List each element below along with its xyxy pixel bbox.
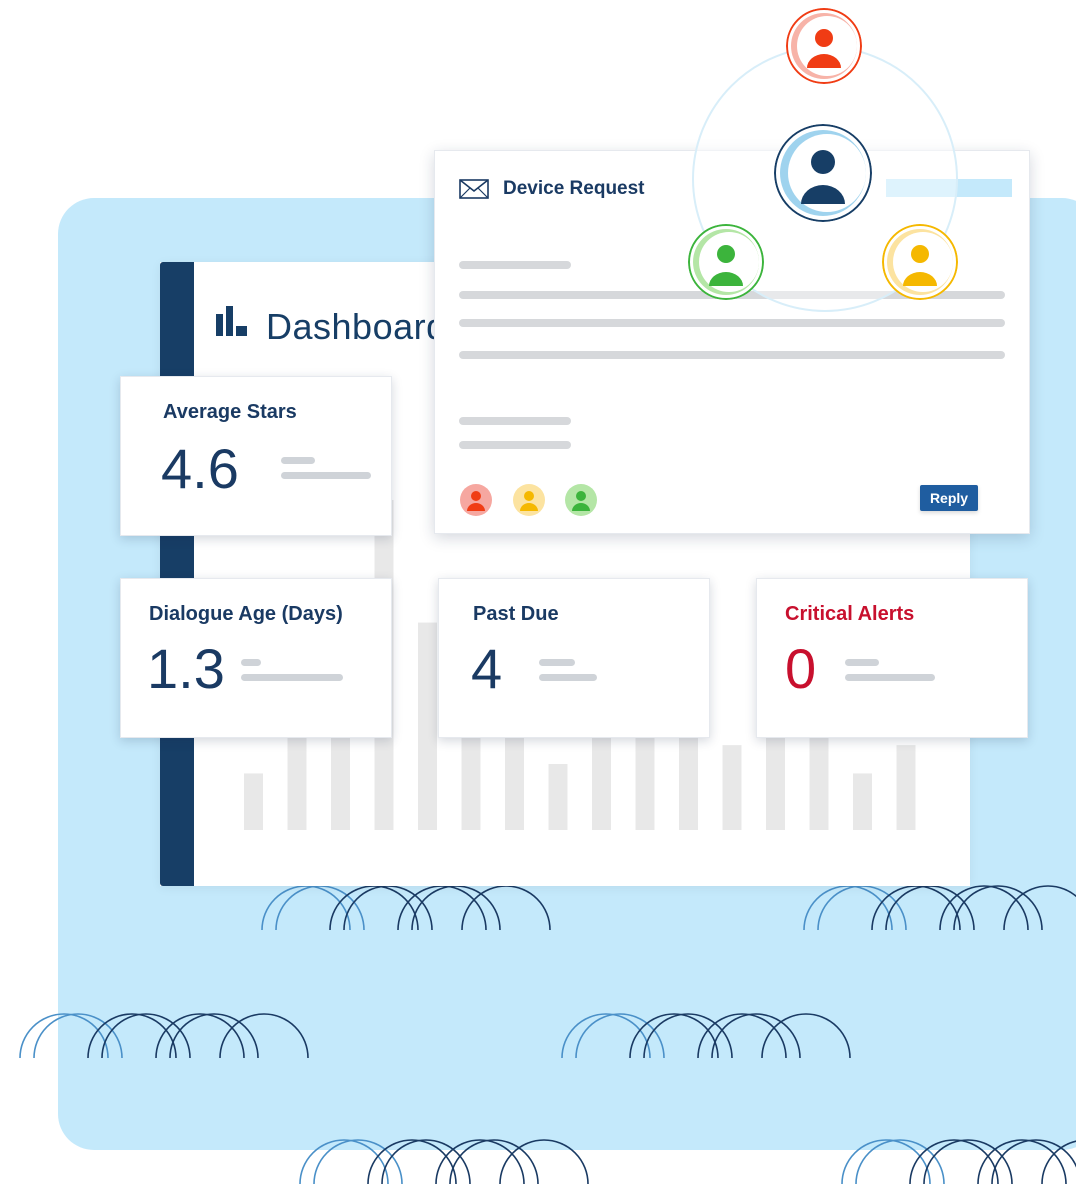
dialogue-age-label: Dialogue Age (Days)	[149, 603, 343, 625]
past-due-value: 4	[471, 637, 503, 700]
placeholder-line	[459, 441, 571, 449]
average-stars-card: Average Stars 4.6	[120, 376, 392, 536]
placeholder-line	[459, 351, 1005, 359]
placeholder-line	[845, 674, 935, 681]
placeholder-line	[459, 417, 571, 425]
placeholder-line	[539, 659, 575, 666]
green-user-avatar[interactable]	[565, 484, 597, 516]
dialogue-age-value: 1.3	[147, 637, 225, 700]
average-stars-label: Average Stars	[163, 401, 297, 423]
user-icon	[774, 124, 872, 222]
placeholder-line	[281, 457, 315, 464]
placeholder-line	[845, 659, 879, 666]
message-title: Device Request	[503, 178, 645, 199]
chart-bar	[853, 773, 872, 830]
chart-bar	[418, 622, 437, 830]
user-icon	[513, 484, 545, 516]
placeholder-line	[241, 659, 261, 666]
average-stars-value: 4.6	[161, 437, 239, 500]
red-user-avatar-large[interactable]	[786, 8, 862, 84]
yellow-user-avatar[interactable]	[513, 484, 545, 516]
chart-bar	[722, 745, 742, 830]
yellow-user-avatar-large[interactable]	[882, 224, 958, 300]
placeholder-line	[241, 674, 343, 681]
user-icon	[565, 484, 597, 516]
user-icon	[882, 224, 958, 300]
user-icon	[460, 484, 492, 516]
placeholder-line	[539, 674, 597, 681]
chart-bar	[896, 745, 916, 830]
user-icon	[688, 224, 764, 300]
chart-bar	[548, 764, 568, 830]
past-due-label: Past Due	[473, 603, 559, 625]
chart-bar	[287, 726, 307, 830]
critical-alerts-card: Critical Alerts 0	[756, 578, 1028, 738]
critical-alerts-label: Critical Alerts	[785, 603, 915, 625]
reply-button[interactable]: Reply	[920, 485, 978, 511]
chart-bar	[244, 773, 263, 830]
placeholder-line	[459, 261, 571, 269]
navy-user-avatar[interactable]	[774, 124, 872, 222]
envelope-icon	[459, 179, 489, 199]
dialogue-age-card: Dialogue Age (Days) 1.3	[120, 578, 392, 738]
placeholder-line	[281, 472, 371, 479]
red-user-avatar[interactable]	[460, 484, 492, 516]
past-due-card: Past Due 4	[438, 578, 710, 738]
green-user-avatar-large[interactable]	[688, 224, 764, 300]
user-icon	[786, 8, 862, 84]
critical-alerts-value: 0	[785, 637, 817, 700]
placeholder-line	[459, 319, 1005, 327]
